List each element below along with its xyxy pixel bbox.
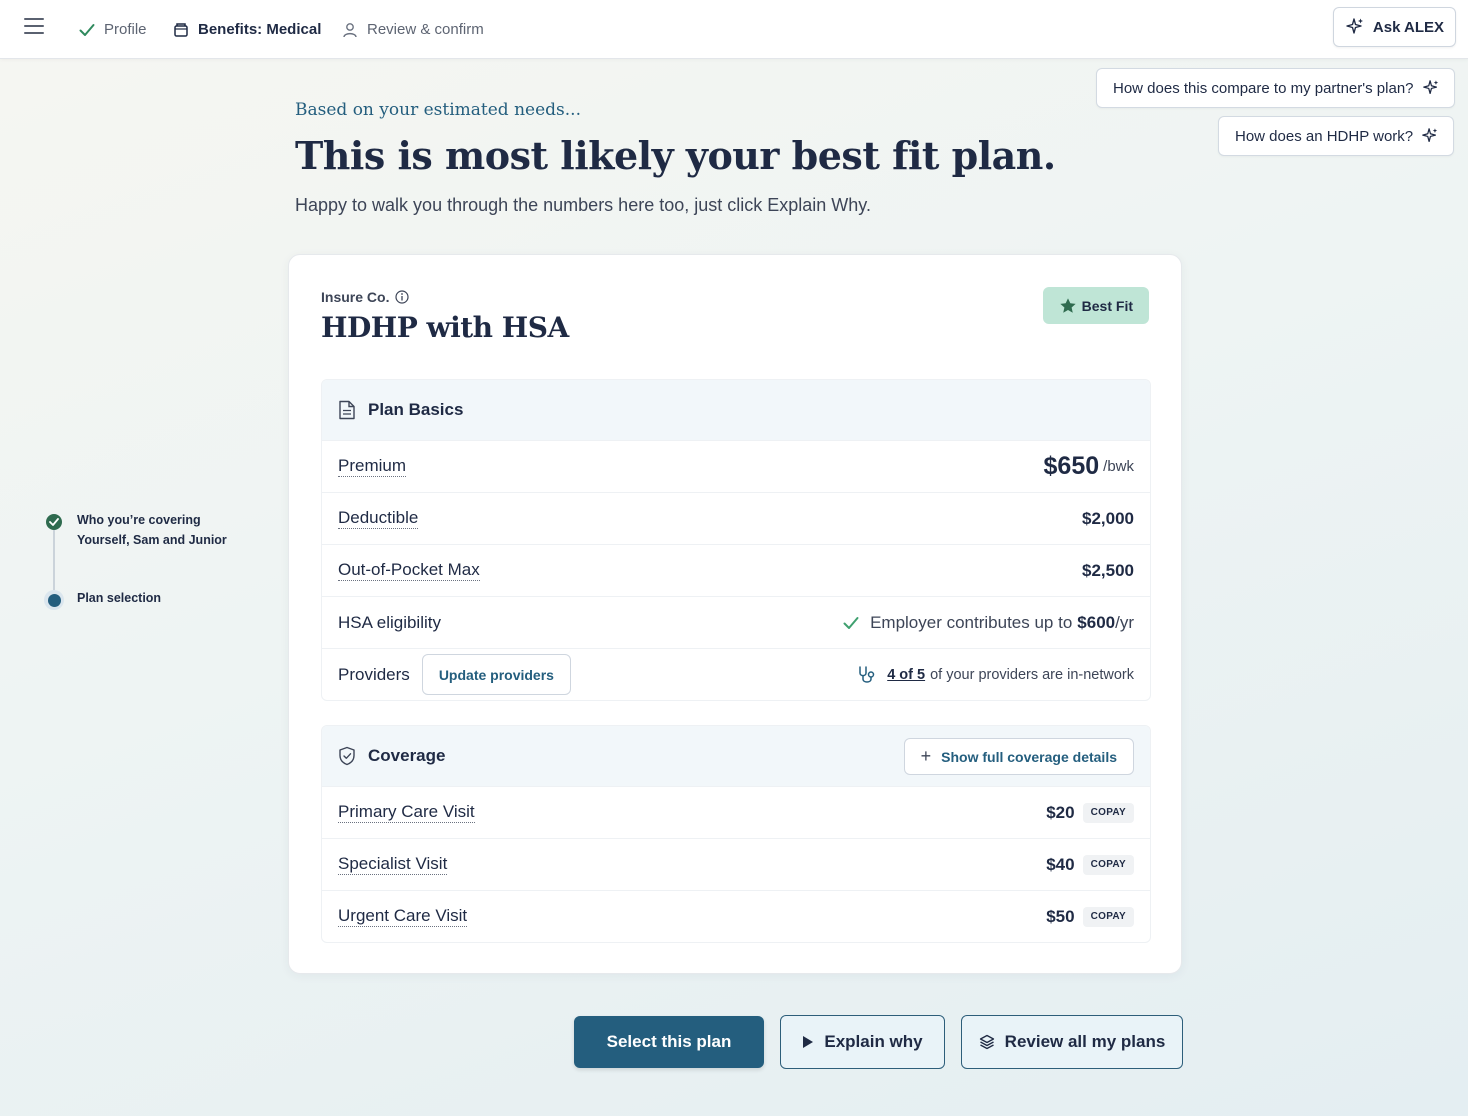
hero-eyebrow: Based on your estimated needs... bbox=[295, 100, 581, 120]
sidebar-step-covering[interactable]: Who you’re covering Yourself, Sam and Ju… bbox=[77, 510, 227, 550]
coverage-label[interactable]: Specialist Visit bbox=[338, 854, 448, 875]
deductible-label[interactable]: Deductible bbox=[338, 508, 419, 529]
providers-text: of your providers are in-network bbox=[930, 666, 1134, 683]
play-icon bbox=[803, 1036, 814, 1048]
sidebar-step-title: Who you’re covering bbox=[77, 513, 201, 527]
review-all-label: Review all my plans bbox=[1004, 1032, 1166, 1051]
step-review-confirm[interactable]: Review & confirm bbox=[342, 0, 484, 59]
section-title: Plan Basics bbox=[368, 400, 464, 419]
suggestion-text: How does an HDHP work? bbox=[1235, 127, 1414, 145]
premium-value: $650 /bwk bbox=[1044, 452, 1134, 481]
best-fit-badge: Best Fit bbox=[1042, 287, 1149, 324]
stethoscope-icon bbox=[859, 665, 875, 683]
premium-amount: $650 bbox=[1043, 452, 1100, 480]
copay-tag: COPAY bbox=[1082, 854, 1134, 875]
coverage-amount: $50 bbox=[1046, 906, 1075, 926]
menu-icon[interactable] bbox=[24, 18, 44, 36]
coverage-value: $40 COPAY bbox=[1046, 854, 1134, 875]
layers-icon bbox=[979, 1034, 994, 1050]
oop-max-label[interactable]: Out-of-Pocket Max bbox=[338, 560, 480, 581]
hsa-row: HSA eligibility Employer contributes up … bbox=[322, 596, 1150, 648]
sparkle-icon bbox=[1346, 18, 1363, 34]
premium-label[interactable]: Premium bbox=[338, 456, 407, 477]
step-label: Profile bbox=[104, 21, 147, 38]
oop-max-value: $2,500 bbox=[1082, 560, 1134, 580]
star-icon bbox=[1060, 297, 1076, 313]
hsa-amount: $600 bbox=[1077, 612, 1116, 632]
step-label: Benefits: Medical bbox=[198, 21, 322, 38]
plus-icon: + bbox=[920, 746, 932, 766]
plan-card: Insure Co. HDHP with HSA Best Fit Plan B… bbox=[288, 254, 1182, 974]
insurer-name: Insure Co. bbox=[321, 289, 410, 305]
show-details-label: Show full coverage details bbox=[941, 748, 1117, 765]
deductible-row: Deductible $2,000 bbox=[322, 492, 1150, 544]
providers-network-status: 4 of 5 of your providers are in-network bbox=[857, 665, 1134, 685]
info-icon[interactable] bbox=[395, 290, 410, 304]
plan-basics-section: Plan Basics Premium $650 /bwk Deductible… bbox=[321, 379, 1151, 701]
step-current-icon bbox=[44, 590, 64, 610]
check-icon bbox=[843, 616, 859, 629]
explain-why-label: Explain why bbox=[824, 1032, 923, 1051]
coverage-amount: $40 bbox=[1046, 854, 1075, 874]
hero-subtitle: Happy to walk you through the numbers he… bbox=[295, 195, 871, 215]
ask-alex-button[interactable]: Ask ALEX bbox=[1333, 7, 1456, 47]
shield-icon bbox=[338, 746, 356, 766]
coverage-header: Coverage + Show full coverage details bbox=[322, 726, 1150, 786]
coverage-section: Coverage + Show full coverage details Pr… bbox=[321, 725, 1151, 943]
insurer-label: Insure Co. bbox=[321, 289, 390, 305]
step-benefits-medical[interactable]: Benefits: Medical bbox=[173, 0, 321, 59]
providers-label: Providers bbox=[338, 664, 410, 684]
oop-max-row: Out-of-Pocket Max $2,500 bbox=[322, 544, 1150, 596]
sidebar-step-detail: Yourself, Sam and Junior bbox=[77, 533, 227, 547]
premium-unit: /bwk bbox=[1103, 458, 1134, 475]
sparkle-icon bbox=[1422, 128, 1438, 143]
coverage-label[interactable]: Urgent Care Visit bbox=[338, 906, 468, 927]
step-profile[interactable]: Profile bbox=[79, 0, 147, 59]
coverage-value: $50 COPAY bbox=[1046, 906, 1134, 927]
coverage-amount: $20 bbox=[1046, 802, 1075, 822]
coverage-label[interactable]: Primary Care Visit bbox=[338, 802, 475, 823]
plan-name: HDHP with HSA bbox=[321, 311, 569, 344]
review-all-plans-button[interactable]: Review all my plans bbox=[961, 1015, 1183, 1069]
providers-row: Providers Update providers 4 of 5 of you… bbox=[322, 648, 1150, 700]
section-title: Coverage bbox=[368, 746, 446, 765]
suggestion-compare-partner[interactable]: How does this compare to my partner's pl… bbox=[1096, 68, 1455, 108]
clipboard-icon bbox=[173, 22, 189, 38]
sidebar-step-title: Plan selection bbox=[77, 591, 162, 605]
copay-tag: COPAY bbox=[1082, 906, 1134, 927]
top-navigation-bar: Profile Benefits: Medical Review & confi… bbox=[0, 0, 1468, 59]
deductible-value: $2,000 bbox=[1082, 508, 1134, 528]
coverage-value: $20 COPAY bbox=[1046, 802, 1134, 823]
sidebar-step-plan-selection[interactable]: Plan selection bbox=[77, 588, 161, 608]
page-title: This is most likely your best fit plan. bbox=[295, 133, 1056, 178]
suggestion-text: How does this compare to my partner's pl… bbox=[1113, 79, 1414, 97]
update-providers-button[interactable]: Update providers bbox=[421, 654, 571, 695]
premium-row: Premium $650 /bwk bbox=[322, 440, 1150, 492]
ask-alex-label: Ask ALEX bbox=[1372, 18, 1445, 36]
sparkle-icon bbox=[1422, 80, 1438, 95]
step-complete-icon bbox=[46, 514, 62, 530]
check-icon bbox=[79, 23, 95, 37]
providers-count-link[interactable]: 4 of 5 bbox=[887, 667, 925, 683]
coverage-row-urgent-care: Urgent Care Visit $50 COPAY bbox=[322, 890, 1150, 942]
hsa-unit: /yr bbox=[1115, 612, 1134, 632]
document-icon bbox=[338, 400, 356, 420]
plan-basics-header: Plan Basics bbox=[322, 380, 1150, 440]
suggestion-hdhp-work[interactable]: How does an HDHP work? bbox=[1218, 116, 1455, 156]
user-icon bbox=[342, 22, 358, 38]
hsa-text: Employer contributes up to bbox=[870, 612, 1073, 632]
select-plan-button[interactable]: Select this plan bbox=[574, 1016, 764, 1068]
show-coverage-details-button[interactable]: + Show full coverage details bbox=[903, 738, 1134, 775]
hsa-label: HSA eligibility bbox=[338, 612, 441, 632]
badge-label: Best Fit bbox=[1081, 297, 1133, 314]
coverage-row-primary-care: Primary Care Visit $20 COPAY bbox=[322, 786, 1150, 838]
copay-tag: COPAY bbox=[1082, 802, 1134, 823]
hsa-value: Employer contributes up to $600 /yr bbox=[842, 613, 1134, 633]
progress-connector bbox=[53, 530, 55, 592]
step-label: Review & confirm bbox=[367, 21, 484, 38]
explain-why-button[interactable]: Explain why bbox=[780, 1015, 945, 1069]
coverage-row-specialist: Specialist Visit $40 COPAY bbox=[322, 838, 1150, 890]
